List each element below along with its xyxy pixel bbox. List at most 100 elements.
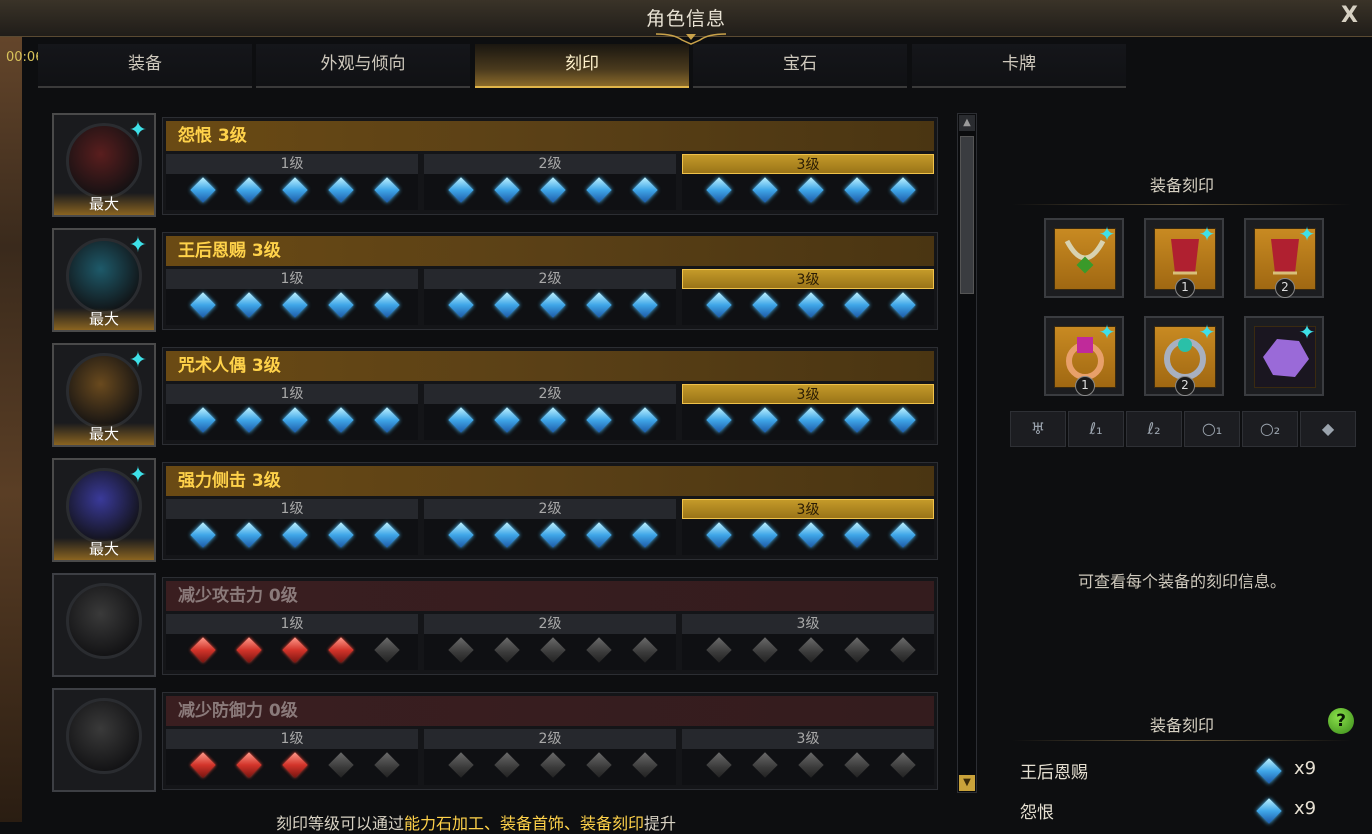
gem-icon bbox=[890, 407, 916, 433]
tab-engraving[interactable]: 刻印 bbox=[475, 44, 689, 88]
level-block: 1级 bbox=[166, 384, 418, 440]
gem-icon bbox=[844, 292, 870, 318]
gem-icon bbox=[844, 522, 870, 548]
gem-row bbox=[166, 407, 418, 436]
gem-icon bbox=[236, 752, 262, 778]
divider bbox=[1012, 740, 1352, 741]
gem-icon bbox=[890, 522, 916, 548]
gem-icon bbox=[494, 637, 520, 663]
footer-text-highlight: 能力石加工、装备首饰、装备刻印 bbox=[404, 814, 645, 833]
engraving-star-icon: ✦ bbox=[128, 118, 148, 143]
slot-earring-1[interactable]: ✦ 1 bbox=[1144, 218, 1224, 298]
engraving-row[interactable]: 减少攻击力 0级 1级 2级 3级 bbox=[52, 573, 940, 679]
gem-row bbox=[424, 637, 676, 666]
gem-icon bbox=[282, 292, 308, 318]
gem-icon bbox=[190, 752, 216, 778]
gem-row bbox=[424, 752, 676, 781]
gem-icon bbox=[448, 752, 474, 778]
tab-cards[interactable]: 卡牌 bbox=[912, 44, 1126, 88]
gem-icon bbox=[890, 637, 916, 663]
slot-ring-2[interactable]: ✦ 2 bbox=[1144, 316, 1224, 396]
gem-icon bbox=[190, 292, 216, 318]
engraving-icon: ✦ 最大 bbox=[52, 113, 156, 217]
max-badge: 最大 bbox=[54, 538, 154, 560]
slot-earring-2[interactable]: ✦ 2 bbox=[1244, 218, 1324, 298]
engraving-star-icon: ✦ bbox=[1298, 222, 1316, 246]
gem-icon bbox=[706, 522, 732, 548]
gem-icon bbox=[752, 407, 778, 433]
engraving-orb-icon bbox=[66, 698, 142, 774]
gem-icon bbox=[586, 752, 612, 778]
level-label: 1级 bbox=[166, 384, 418, 404]
gem-icon bbox=[190, 637, 216, 663]
slot-number: 1 bbox=[1175, 278, 1195, 298]
engraving-row[interactable]: ✦ 最大 王后恩赐 3级 1级 2级 3级 bbox=[52, 228, 940, 334]
scrollbar[interactable]: ▲ ▼ bbox=[957, 113, 977, 793]
slot-necklace[interactable]: ✦ bbox=[1044, 218, 1124, 298]
level-label: 2级 bbox=[424, 729, 676, 749]
gem-icon bbox=[540, 522, 566, 548]
gem-icon bbox=[374, 637, 400, 663]
summary-count: x9 bbox=[1294, 758, 1317, 779]
close-icon[interactable]: X bbox=[1341, 3, 1358, 28]
gem-icon bbox=[282, 637, 308, 663]
gem-icon bbox=[236, 522, 262, 548]
slot-stone[interactable]: ✦ bbox=[1244, 316, 1324, 396]
engraving-star-icon: ✦ bbox=[128, 348, 148, 373]
summary-name: 王后恩赐 bbox=[1020, 763, 1088, 783]
gem-icon bbox=[1256, 798, 1282, 824]
help-icon[interactable]: ? bbox=[1328, 708, 1354, 734]
tab-gems[interactable]: 宝石 bbox=[693, 44, 907, 88]
gem-icon bbox=[890, 292, 916, 318]
level-label: 1级 bbox=[166, 614, 418, 634]
engraving-star-icon: ✦ bbox=[128, 463, 148, 488]
engraving-icon bbox=[52, 573, 156, 677]
ring-2-filter-icon[interactable]: ○₂ bbox=[1242, 411, 1298, 447]
tab-appearance[interactable]: 外观与倾向 bbox=[256, 44, 470, 88]
gem-icon bbox=[844, 407, 870, 433]
gem-icon bbox=[236, 637, 262, 663]
gem-icon bbox=[328, 637, 354, 663]
slot-ring-1[interactable]: ✦ 1 bbox=[1044, 316, 1124, 396]
scroll-up-icon[interactable]: ▲ bbox=[959, 115, 975, 131]
gem-icon bbox=[448, 522, 474, 548]
gem-row bbox=[682, 177, 934, 206]
engraving-body: 王后恩赐 3级 1级 2级 3级 bbox=[162, 232, 938, 330]
engraving-row[interactable]: 减少防御力 0级 1级 2级 3级 bbox=[52, 688, 940, 794]
footer-note: 刻印等级可以通过能力石加工、装备首饰、装备刻印提升 bbox=[276, 810, 676, 834]
gem-icon bbox=[706, 292, 732, 318]
level-label: 2级 bbox=[424, 154, 676, 174]
gem-icon bbox=[1256, 758, 1282, 784]
window-title: 角色信息 bbox=[645, 8, 726, 30]
engraving-row[interactable]: ✦ 最大 怨恨 3级 1级 2级 3级 bbox=[52, 113, 940, 219]
engraving-icon: ✦ 最大 bbox=[52, 343, 156, 447]
gem-icon bbox=[494, 752, 520, 778]
gem-row bbox=[682, 637, 934, 666]
necklace-filter-icon[interactable]: ♅ bbox=[1010, 411, 1066, 447]
earring-1-filter-icon[interactable]: ℓ₁ bbox=[1068, 411, 1124, 447]
ring-1-filter-icon[interactable]: ○₁ bbox=[1184, 411, 1240, 447]
summary-count: x9 bbox=[1294, 798, 1317, 819]
level-block: 1级 bbox=[166, 269, 418, 325]
gem-icon bbox=[236, 177, 262, 203]
level-block: 3级 bbox=[682, 269, 934, 325]
summary-row: 王后恩赐 x9 bbox=[1020, 758, 1350, 784]
level-label: 1级 bbox=[166, 154, 418, 174]
gem-icon bbox=[706, 407, 732, 433]
gem-icon bbox=[282, 522, 308, 548]
tab-equipment[interactable]: 装备 bbox=[38, 44, 252, 88]
stone-filter-icon[interactable]: ◆ bbox=[1300, 411, 1356, 447]
gem-icon bbox=[448, 292, 474, 318]
scroll-down-icon[interactable]: ▼ bbox=[959, 775, 975, 791]
engraving-star-icon: ✦ bbox=[128, 233, 148, 258]
max-badge: 最大 bbox=[54, 193, 154, 215]
earring-2-filter-icon[interactable]: ℓ₂ bbox=[1126, 411, 1182, 447]
scroll-thumb[interactable] bbox=[960, 136, 974, 294]
gem-icon bbox=[752, 177, 778, 203]
gem-icon bbox=[236, 292, 262, 318]
engraving-body: 减少攻击力 0级 1级 2级 3级 bbox=[162, 577, 938, 675]
gem-row bbox=[682, 292, 934, 321]
gem-icon bbox=[752, 522, 778, 548]
engraving-row[interactable]: ✦ 最大 强力侧击 3级 1级 2级 3级 bbox=[52, 458, 940, 564]
engraving-row[interactable]: ✦ 最大 咒术人偶 3级 1级 2级 3级 bbox=[52, 343, 940, 449]
